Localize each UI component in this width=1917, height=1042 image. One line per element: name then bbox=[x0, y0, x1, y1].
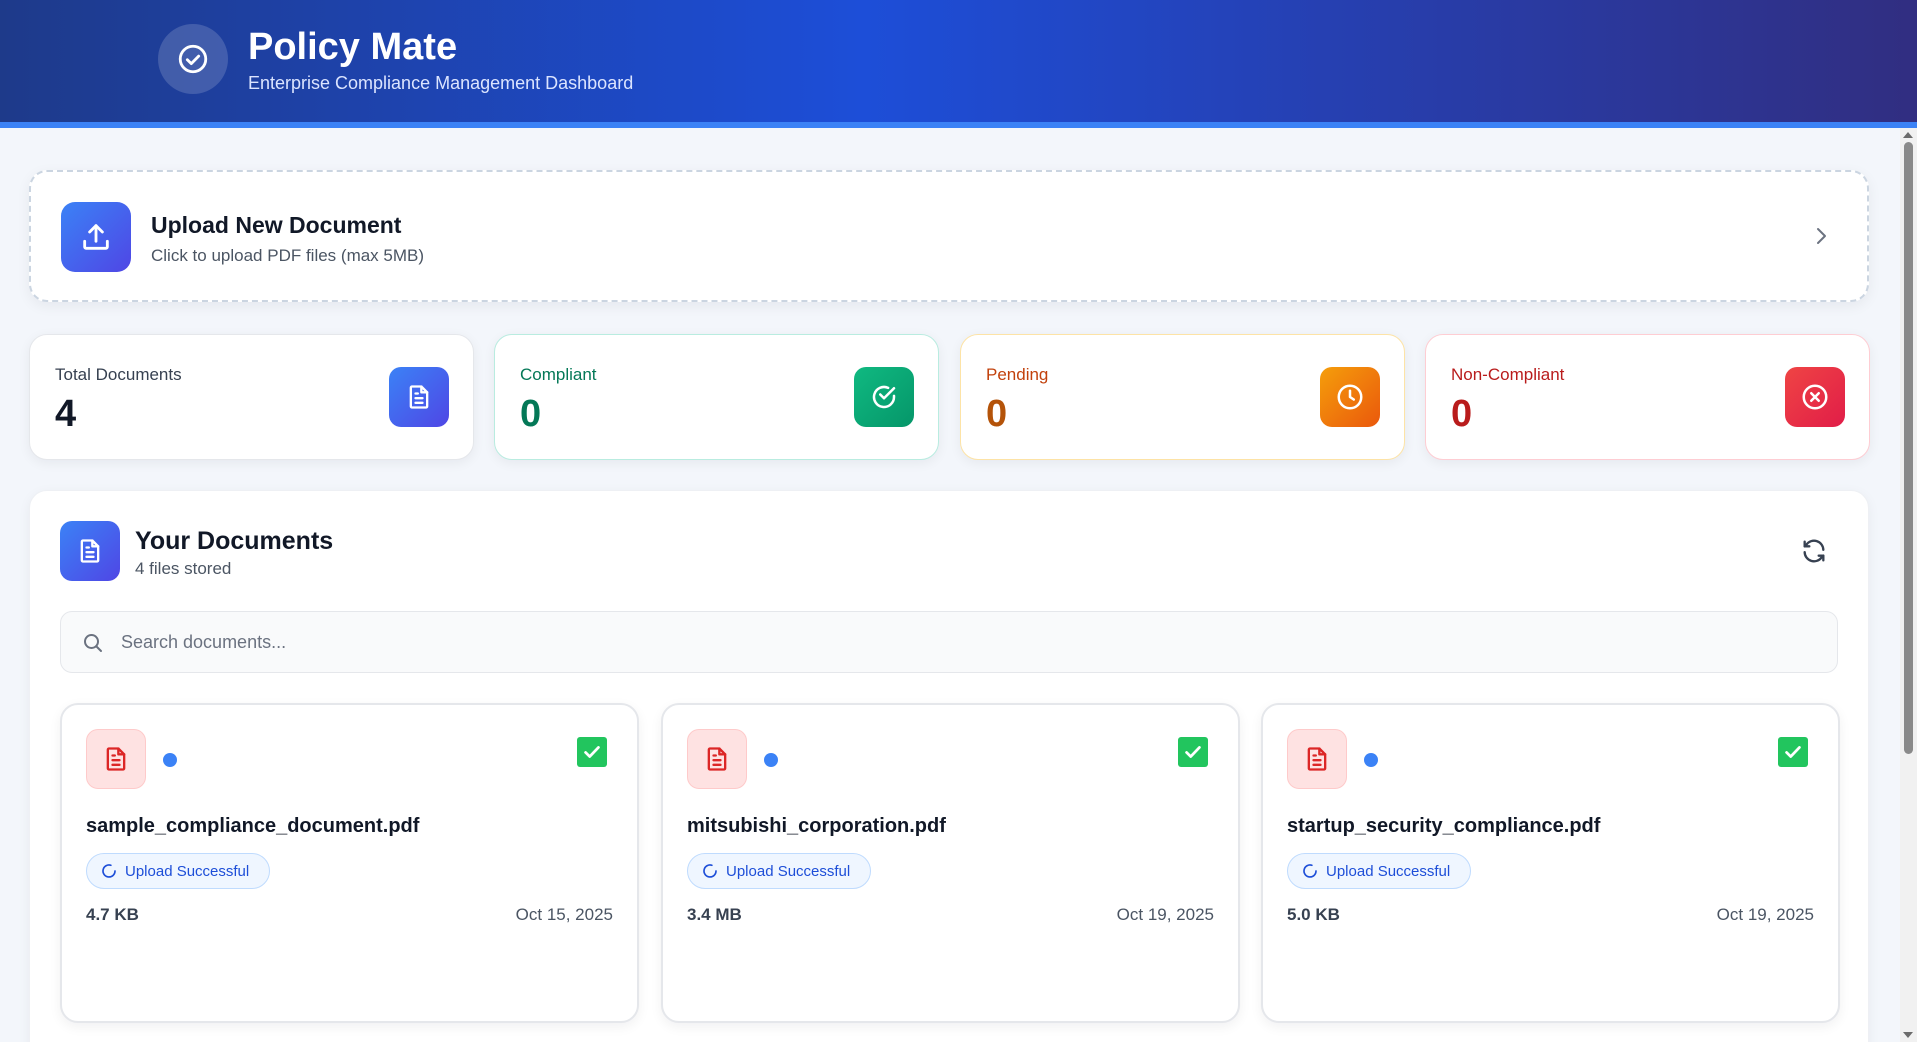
scroll-up-icon[interactable] bbox=[1903, 132, 1913, 138]
upload-date: Oct 19, 2025 bbox=[1116, 905, 1214, 924]
file-size: 5.0 KB bbox=[1287, 905, 1340, 924]
app-title: Policy Mate bbox=[248, 26, 458, 68]
loading-icon bbox=[703, 864, 717, 878]
clock-icon bbox=[1320, 367, 1380, 427]
document-icon bbox=[60, 521, 120, 581]
status-text: Upload Successful bbox=[726, 862, 851, 880]
stat-value: 4 bbox=[55, 393, 77, 435]
loading-icon bbox=[1303, 864, 1317, 878]
select-checkbox[interactable] bbox=[1178, 737, 1208, 767]
status-dot bbox=[1364, 753, 1378, 767]
status-dot bbox=[764, 753, 778, 767]
stat-value: 0 bbox=[986, 393, 1008, 435]
documents-panel: Your Documents 4 files stored sample_com… bbox=[29, 490, 1869, 1042]
main-content: Upload New Document Click to upload PDF … bbox=[0, 128, 1900, 1042]
document-name: sample_compliance_document.pdf bbox=[86, 815, 420, 837]
stat-compliant: Compliant 0 bbox=[494, 334, 939, 460]
loading-icon bbox=[102, 864, 116, 878]
upload-date: Oct 19, 2025 bbox=[1716, 905, 1814, 924]
select-checkbox[interactable] bbox=[577, 737, 607, 767]
upload-date: Oct 15, 2025 bbox=[515, 905, 613, 924]
document-card[interactable]: startup_security_compliance.pdf Upload S… bbox=[1261, 703, 1840, 1023]
upload-icon bbox=[61, 202, 131, 272]
upload-document-panel[interactable]: Upload New Document Click to upload PDF … bbox=[29, 170, 1869, 302]
search-bar bbox=[60, 611, 1838, 673]
file-size: 3.4 MB bbox=[687, 905, 742, 924]
status-text: Upload Successful bbox=[125, 862, 250, 880]
pdf-file-icon bbox=[86, 729, 146, 789]
scroll-down-icon[interactable] bbox=[1903, 1032, 1913, 1038]
document-name: mitsubishi_corporation.pdf bbox=[687, 815, 946, 837]
stat-label: Total Documents bbox=[55, 365, 182, 384]
documents-count: 4 files stored bbox=[135, 559, 232, 578]
status-badge: Upload Successful bbox=[86, 853, 271, 889]
stat-non-compliant: Non-Compliant 0 bbox=[1425, 334, 1870, 460]
document-name: startup_security_compliance.pdf bbox=[1287, 815, 1601, 837]
stat-total-documents: Total Documents 4 bbox=[29, 334, 474, 460]
stat-label: Pending bbox=[986, 365, 1049, 384]
refresh-icon[interactable] bbox=[1800, 537, 1828, 565]
status-badge: Upload Successful bbox=[1287, 853, 1472, 889]
documents-title: Your Documents bbox=[135, 527, 334, 555]
pdf-file-icon bbox=[1287, 729, 1347, 789]
document-icon bbox=[389, 367, 449, 427]
document-card[interactable]: mitsubishi_corporation.pdf Upload Succes… bbox=[661, 703, 1240, 1023]
document-card[interactable]: sample_compliance_document.pdf Upload Su… bbox=[60, 703, 639, 1023]
stat-label: Compliant bbox=[520, 365, 597, 384]
status-text: Upload Successful bbox=[1326, 862, 1451, 880]
search-input[interactable] bbox=[121, 622, 1821, 662]
app-subtitle: Enterprise Compliance Management Dashboa… bbox=[248, 73, 634, 93]
stat-value: 0 bbox=[1451, 393, 1473, 435]
status-dot bbox=[163, 753, 177, 767]
scrollbar-thumb[interactable] bbox=[1904, 142, 1913, 754]
stat-pending: Pending 0 bbox=[960, 334, 1405, 460]
upload-title: Upload New Document bbox=[151, 212, 402, 238]
upload-subtitle: Click to upload PDF files (max 5MB) bbox=[151, 246, 425, 265]
stat-label: Non-Compliant bbox=[1451, 365, 1565, 384]
chevron-right-icon bbox=[1809, 224, 1833, 248]
search-icon bbox=[81, 631, 105, 655]
x-circle-icon bbox=[1785, 367, 1845, 427]
check-circle-icon bbox=[158, 24, 228, 94]
pdf-file-icon bbox=[687, 729, 747, 789]
status-badge: Upload Successful bbox=[687, 853, 872, 889]
check-circle-icon bbox=[854, 367, 914, 427]
stat-value: 0 bbox=[520, 393, 542, 435]
select-checkbox[interactable] bbox=[1778, 737, 1808, 767]
page-scrollbar[interactable] bbox=[1900, 128, 1917, 1042]
file-size: 4.7 KB bbox=[86, 905, 139, 924]
app-header: Policy Mate Enterprise Compliance Manage… bbox=[0, 0, 1917, 128]
